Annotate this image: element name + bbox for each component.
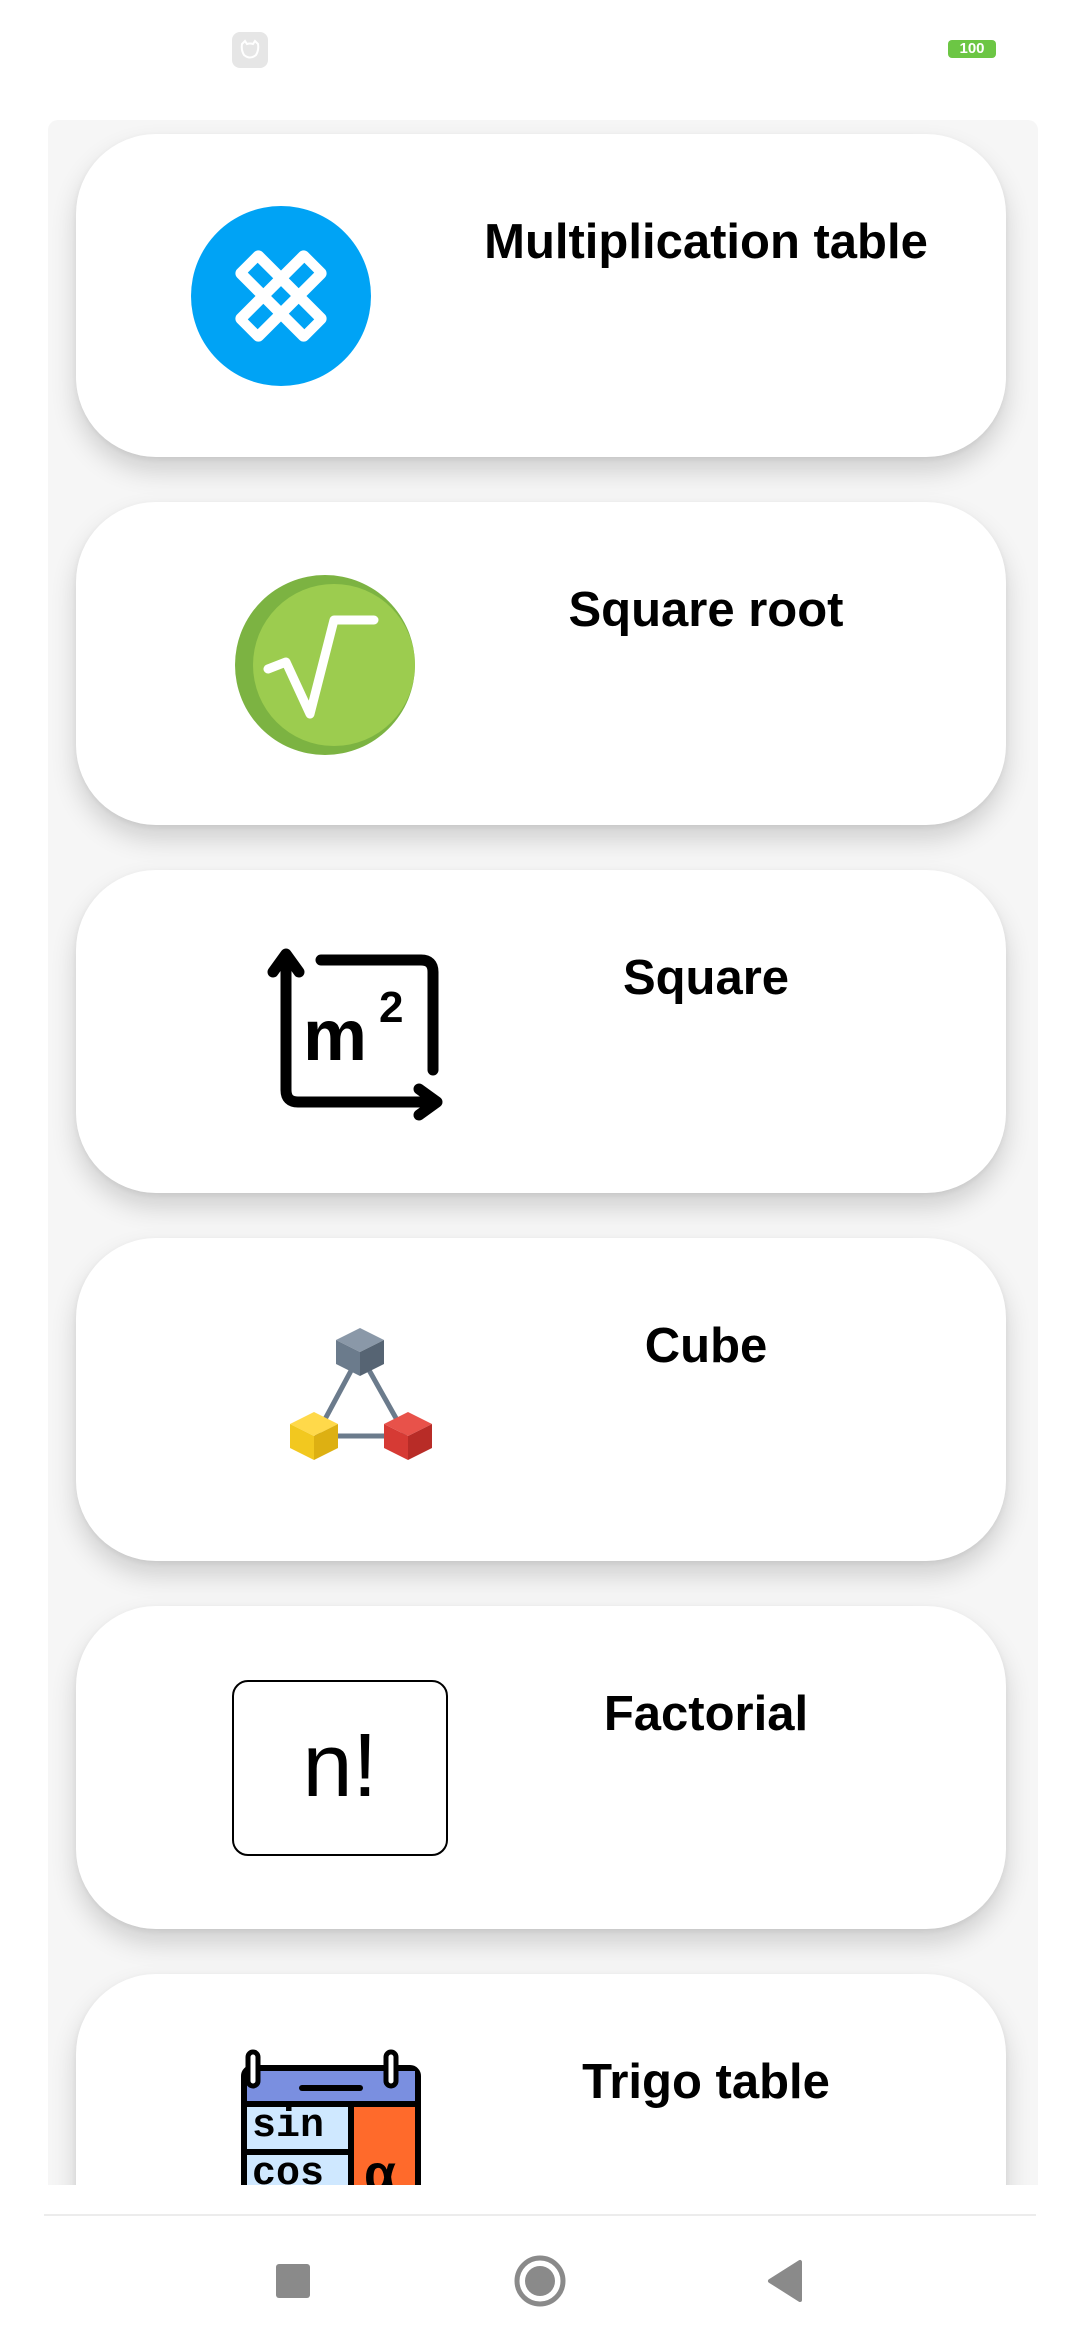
- trigo-sin-text: sin: [252, 2104, 325, 2149]
- cat-app-icon: [232, 32, 268, 68]
- multiplication-icon: [191, 206, 371, 386]
- card-square-root[interactable]: Square root: [76, 502, 1006, 825]
- card-cube[interactable]: Cube: [76, 1238, 1006, 1561]
- circle-home-icon: [514, 2255, 566, 2307]
- card-square[interactable]: m 2 Square: [76, 870, 1006, 1193]
- card-title: Trigo table: [582, 2055, 830, 2109]
- card-title: Factorial: [603, 1687, 809, 1741]
- home-button[interactable]: [505, 2246, 575, 2316]
- battery-indicator: 100: [948, 40, 996, 58]
- trigo-alpha-text: α: [364, 2145, 396, 2185]
- recents-button[interactable]: [258, 2246, 328, 2316]
- card-trigo-table[interactable]: sin cos α Trigo table: [76, 1974, 1006, 2185]
- card-title: Multiplication table: [484, 215, 928, 269]
- trigo-cos-text: cos: [252, 2152, 325, 2185]
- screen: 100 Multiplication table Square root m 2…: [0, 0, 1080, 2340]
- triangle-back-icon: [768, 2260, 802, 2302]
- card-title: Square root: [568, 583, 844, 637]
- menu-list[interactable]: Multiplication table Square root m 2 Squ…: [0, 100, 1080, 2185]
- svg-text:m: m: [303, 996, 367, 1076]
- back-button[interactable]: [750, 2246, 820, 2316]
- navigation-bar: [0, 2216, 1080, 2340]
- square-nav-icon: [276, 2264, 310, 2298]
- status-bar: 100: [0, 0, 1080, 100]
- card-title: Square: [622, 951, 790, 1005]
- card-factorial[interactable]: n! Factorial: [76, 1606, 1006, 1929]
- card-title: Cube: [644, 1319, 768, 1373]
- card-multiplication-table[interactable]: Multiplication table: [76, 134, 1006, 457]
